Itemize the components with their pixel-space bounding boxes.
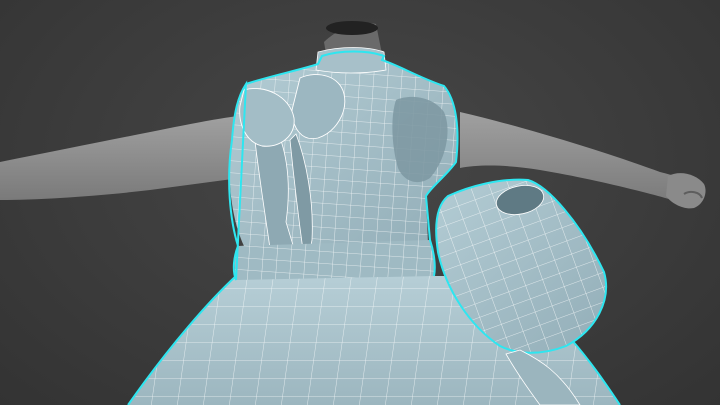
right-hand[interactable] — [666, 173, 706, 209]
waistband-wireframe — [234, 240, 435, 280]
viewport-scene[interactable] — [0, 0, 720, 405]
head-stump-cap — [326, 21, 378, 35]
dress-mesh[interactable] — [127, 47, 621, 405]
3d-viewport[interactable] — [0, 0, 720, 405]
left-arm[interactable] — [0, 116, 240, 200]
